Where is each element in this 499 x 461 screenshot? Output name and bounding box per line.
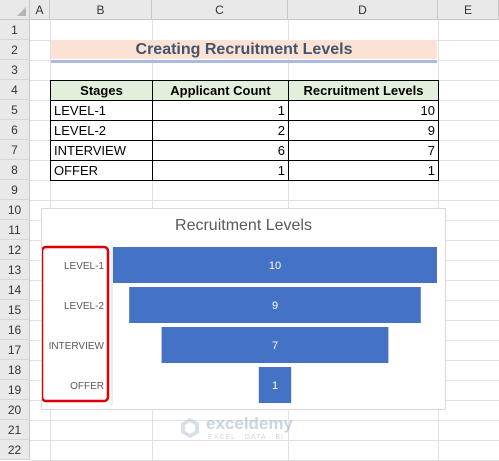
table-row: OFFER 1 1 <box>50 160 439 181</box>
data-table: Stages Applicant Count Recruitment Level… <box>50 80 439 181</box>
header-recruitment-levels[interactable]: Recruitment Levels <box>288 80 439 101</box>
sheet-title[interactable]: Creating Recruitment Levels <box>51 40 437 60</box>
exceldemy-logo-icon <box>181 418 199 438</box>
row-header-14[interactable]: 14 <box>0 280 30 300</box>
column-header-c[interactable]: C <box>152 0 288 20</box>
cell-stage[interactable]: LEVEL-1 <box>50 100 153 121</box>
row-header-13[interactable]: 13 <box>0 260 30 280</box>
cell-stage[interactable]: INTERVIEW <box>50 140 153 161</box>
watermark-name: exceldemy <box>206 414 293 433</box>
row-header-17[interactable]: 17 <box>0 340 30 360</box>
data-label: 1 <box>272 380 278 392</box>
row-header-5[interactable]: 5 <box>0 100 30 120</box>
select-all-triangle-icon <box>17 7 26 16</box>
data-label: 7 <box>272 340 278 352</box>
cell-applicant-count[interactable]: 1 <box>152 100 289 121</box>
row-header-11[interactable]: 11 <box>0 220 30 240</box>
column-header-b[interactable]: B <box>50 0 152 20</box>
header-applicant-count[interactable]: Applicant Count <box>152 80 289 101</box>
data-label: 10 <box>269 260 281 272</box>
row-header-19[interactable]: 19 <box>0 380 30 400</box>
cell-recruitment-level[interactable]: 10 <box>288 100 439 121</box>
row-header-10[interactable]: 10 <box>0 200 30 220</box>
row-header-9[interactable]: 9 <box>0 180 30 200</box>
select-all-corner[interactable] <box>0 0 30 20</box>
chart-plot-area[interactable]: 10 LEVEL-1 9 LEVEL-2 7 INTERVIEW 1 OFFER <box>42 209 447 411</box>
row-header-20[interactable]: 20 <box>0 400 30 420</box>
row-header-16[interactable]: 16 <box>0 320 30 340</box>
row-header-2[interactable]: 2 <box>0 40 30 60</box>
cell-recruitment-level[interactable]: 9 <box>288 120 439 141</box>
category-label: LEVEL-2 <box>64 301 104 312</box>
table-row: INTERVIEW 6 7 <box>50 140 439 161</box>
cell-stage[interactable]: LEVEL-2 <box>50 120 153 141</box>
row-header-22[interactable]: 22 <box>0 440 30 460</box>
row-header-7[interactable]: 7 <box>0 140 30 160</box>
category-label: INTERVIEW <box>49 341 105 352</box>
column-header-e[interactable]: E <box>438 0 499 20</box>
cell-applicant-count[interactable]: 6 <box>152 140 289 161</box>
row-header-12[interactable]: 12 <box>0 240 30 260</box>
table-row: LEVEL-1 1 10 <box>50 100 439 121</box>
exceldemy-watermark: exceldemy EXCEL · DATA · BI <box>178 414 323 444</box>
category-label: LEVEL-1 <box>64 261 104 272</box>
column-header-a[interactable]: A <box>30 0 50 20</box>
row-header-1[interactable]: 1 <box>0 20 30 40</box>
funnel-chart[interactable]: Recruitment Levels 10 LEVEL-1 9 LEVEL-2 7 INT… <box>41 208 446 410</box>
watermark-tagline: EXCEL · DATA · BI <box>208 434 284 441</box>
data-label: 9 <box>272 300 278 312</box>
table-header-row: Stages Applicant Count Recruitment Level… <box>50 80 439 101</box>
title-underline <box>51 60 437 63</box>
row-header-15[interactable]: 15 <box>0 300 30 320</box>
column-header-d[interactable]: D <box>288 0 438 20</box>
cell-applicant-count[interactable]: 1 <box>152 160 289 181</box>
gridline-horizontal <box>30 200 499 201</box>
table-row: LEVEL-2 2 9 <box>50 120 439 141</box>
header-stages[interactable]: Stages <box>50 80 153 101</box>
row-header-6[interactable]: 6 <box>0 120 30 140</box>
cell-stage[interactable]: OFFER <box>50 160 153 181</box>
row-header-8[interactable]: 8 <box>0 160 30 180</box>
row-header-18[interactable]: 18 <box>0 360 30 380</box>
cell-applicant-count[interactable]: 2 <box>152 120 289 141</box>
cell-recruitment-level[interactable]: 7 <box>288 140 439 161</box>
row-header-21[interactable]: 21 <box>0 420 30 440</box>
row-header-3[interactable]: 3 <box>0 60 30 80</box>
category-label: OFFER <box>70 381 104 392</box>
cell-recruitment-level[interactable]: 1 <box>288 160 439 181</box>
row-header-4[interactable]: 4 <box>0 80 30 100</box>
